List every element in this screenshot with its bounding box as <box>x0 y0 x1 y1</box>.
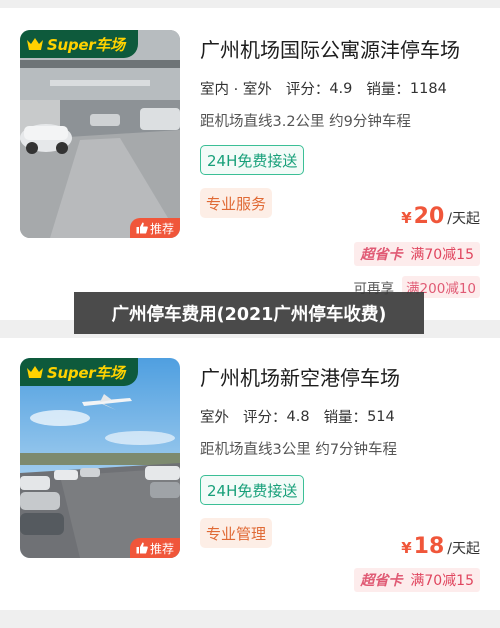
price-currency: ¥ <box>401 539 412 557</box>
promo-tag: 超省卡 满70减15 <box>354 568 480 592</box>
price-unit: /天起 <box>447 541 480 557</box>
parking-type: 室内 · 室外 <box>198 78 274 101</box>
thumbs-up-icon <box>136 542 148 554</box>
shuttle-tag: 24H免费接送 <box>200 475 305 505</box>
promo-value: 满70减15 <box>410 573 474 589</box>
parking-meta: 室外 评分： 4.8 销量： 514 <box>198 406 395 429</box>
sales-value: 1184 <box>409 80 447 97</box>
parking-photo[interactable]: Super车场 推荐 <box>20 358 180 558</box>
sales-label: 销量： <box>366 82 410 98</box>
promo-label: 超省卡 <box>360 247 403 263</box>
promo-label: 超省卡 <box>360 573 403 589</box>
indoor-garage-image <box>20 30 180 238</box>
rating-value: 4.9 <box>329 80 353 97</box>
sales-label: 销量： <box>323 410 368 426</box>
parking-card[interactable]: Super车场 推荐 广州机场新空港停车场 室外 评分： 4.8 销量： 514… <box>0 338 500 610</box>
service-tag: 专业管理 <box>200 518 273 548</box>
rating-label: 评分： <box>285 82 330 98</box>
price: ¥ 20 /天起 <box>401 204 480 229</box>
super-parking-brand: Super车场 <box>20 30 138 58</box>
recommend-label: 推荐 <box>149 541 174 556</box>
promo-tag: 超省卡 满70减15 <box>354 242 480 266</box>
brand-label: Super车场 <box>47 35 125 54</box>
price-currency: ¥ <box>401 209 412 227</box>
super-parking-brand: Super车场 <box>20 358 138 386</box>
sales-value: 514 <box>367 408 395 425</box>
thumbs-up-icon <box>136 222 148 234</box>
parking-card[interactable]: Super车场 推荐 广州机场国际公寓源沣停车场 室内 · 室外 评分： 4.9… <box>0 8 500 320</box>
price-value: 20 <box>413 204 445 229</box>
rating-value: 4.8 <box>286 408 310 425</box>
parking-name[interactable]: 广州机场新空港停车场 <box>200 362 400 391</box>
crown-icon <box>27 366 43 378</box>
price-value: 18 <box>413 534 445 559</box>
distance-info: 距机场直线3.2公里 约9分钟车程 <box>200 114 411 130</box>
rating-label: 评分： <box>243 410 287 426</box>
service-tag: 专业服务 <box>200 188 273 218</box>
parking-photo[interactable]: Super车场 推荐 <box>20 30 180 238</box>
shuttle-tag: 24H免费接送 <box>200 145 305 175</box>
parking-type: 室外 <box>198 406 231 429</box>
outdoor-lot-image <box>20 358 180 558</box>
parking-name[interactable]: 广州机场国际公寓源沣停车场 <box>200 34 460 63</box>
recommend-label: 推荐 <box>149 221 174 236</box>
recommend-badge: 推荐 <box>130 538 180 558</box>
parking-meta: 室内 · 室外 评分： 4.9 销量： 1184 <box>198 78 447 101</box>
distance-info: 距机场直线3公里 约7分钟车程 <box>200 442 398 458</box>
article-title-banner: 广州停车费用(2021广州停车收费) <box>74 292 424 334</box>
brand-label: Super车场 <box>47 363 125 382</box>
crown-icon <box>27 38 43 50</box>
promo-value: 满70减15 <box>410 247 474 263</box>
recommend-badge: 推荐 <box>130 218 180 238</box>
price: ¥ 18 /天起 <box>401 534 480 559</box>
price-unit: /天起 <box>447 211 480 227</box>
